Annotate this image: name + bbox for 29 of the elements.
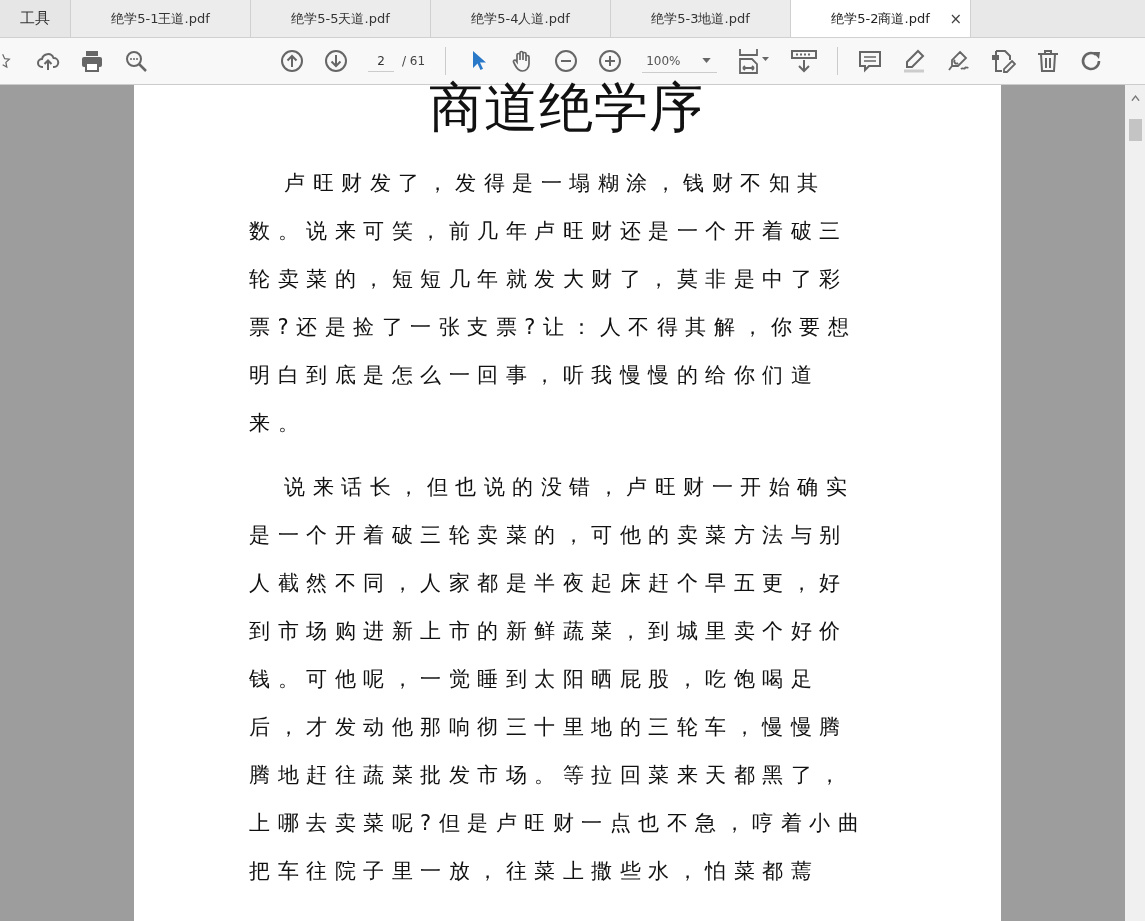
document-tab[interactable]: 绝学5-2商道.pdf ×: [791, 0, 971, 37]
zoom-dropdown[interactable]: 100%: [642, 49, 718, 73]
arrow-down-circle-icon[interactable]: [324, 49, 348, 73]
caret-icon[interactable]: [702, 58, 712, 63]
document-title: 商道绝学序: [429, 77, 704, 139]
document-tab[interactable]: 绝学5-3地道.pdf: [611, 0, 791, 37]
page-number-field[interactable]: 2: [368, 50, 394, 72]
comment-icon[interactable]: [858, 49, 883, 73]
page-count: / 61: [402, 54, 426, 68]
edit-document-icon[interactable]: [990, 48, 1017, 74]
paragraph-text: 卢旺财发了，发得是一塌糊涂，钱财不知其 数。说来可笑，前几年卢旺财还是一个开着破三 轮卖菜的，短短几年就发大财了，莫非是中了彩 票?还是捡了一张支票?让：人不得其解，你要想 明白到底是怎么一回事，听我慢慢的给你们道 来。: [249, 170, 858, 437]
highlighter-icon[interactable]: [902, 49, 927, 73]
scroll-up-icon[interactable]: [1130, 95, 1140, 101]
close-tab-button[interactable]: ×: [949, 9, 962, 28]
fit-page-icon[interactable]: [737, 48, 772, 74]
document-tab[interactable]: 绝学5-5天道.pdf: [251, 0, 431, 37]
document-tab[interactable]: 绝学5-1王道.pdf: [71, 0, 251, 37]
zoom-out-icon[interactable]: [554, 49, 579, 73]
pen-sign-icon[interactable]: [946, 49, 971, 73]
print-icon[interactable]: [80, 49, 104, 73]
trash-icon[interactable]: [1036, 49, 1061, 73]
document-tab[interactable]: 绝学5-4人道.pdf: [431, 0, 611, 37]
arrow-up-circle-icon[interactable]: [280, 49, 304, 73]
search-icon[interactable]: [124, 49, 148, 73]
scroll-thumb[interactable]: [1128, 119, 1142, 141]
paragraph-text: 说来话长，但也说的没错，卢旺财一开始确实 是一个开着破三轮卖菜的，可他的卖菜方法与别 人截然不同，人家都是半夜起床赶个早五更，好 到市场购进新上市的新鲜蔬菜，到城里卖个好价 钱。可他呢，一觉睡到太阳晒屁股，吃饱喝足 后，才发动他那响彻三十里地的三轮车，慢慢腾 腾地赶往蔬菜批发市场。等拉回菜来天都黑了， 上哪去卖菜呢?但是卢旺财一点也不急，哼着小曲 把车往院子里一放，往菜上撒些水，怕菜都蔫: [249, 474, 868, 885]
zoom-in-icon[interactable]: [598, 49, 623, 73]
scrollbar[interactable]: [1125, 85, 1145, 921]
scroll-mode-icon[interactable]: [791, 49, 818, 73]
